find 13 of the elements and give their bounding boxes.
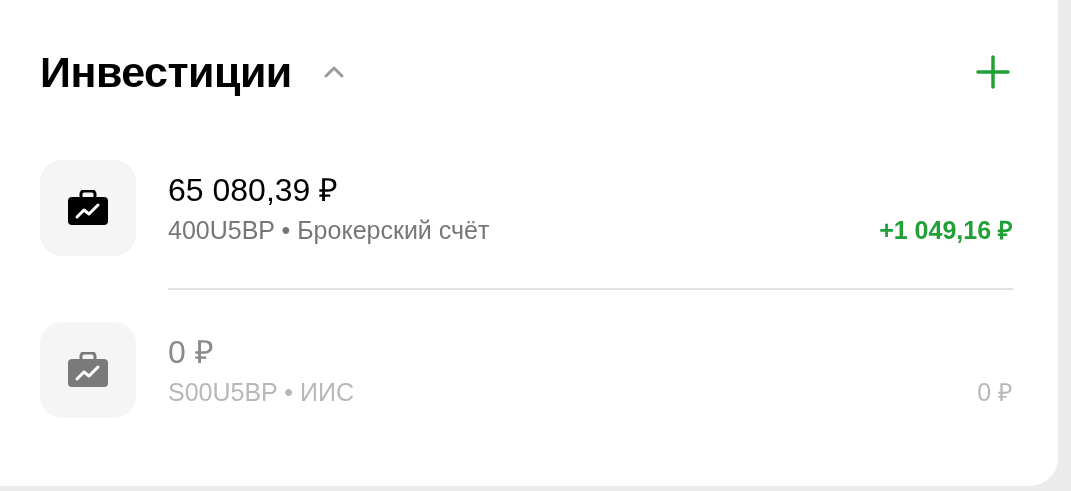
plus-icon bbox=[976, 55, 1010, 89]
account-description: 400U5BP • Брокерский счёт bbox=[168, 215, 490, 246]
account-balance: 0 ₽ bbox=[168, 333, 215, 372]
balance-change: 0 ₽ bbox=[977, 377, 1013, 408]
balance-change: +1 049,16 ₽ bbox=[879, 215, 1013, 246]
briefcase-chart-icon bbox=[67, 352, 109, 388]
add-button[interactable] bbox=[973, 52, 1013, 92]
account-balance: 65 080,39 ₽ bbox=[168, 171, 340, 210]
briefcase-chart-icon bbox=[67, 190, 109, 226]
account-row[interactable]: 65 080,39 ₽ 400U5BP • Брокерский счёт +1 049,16 ₽ bbox=[40, 160, 1013, 256]
account-description: S00U5BP • ИИС bbox=[168, 377, 354, 408]
chevron-icon bbox=[322, 65, 345, 79]
section-title: Инвестиции bbox=[40, 46, 292, 98]
